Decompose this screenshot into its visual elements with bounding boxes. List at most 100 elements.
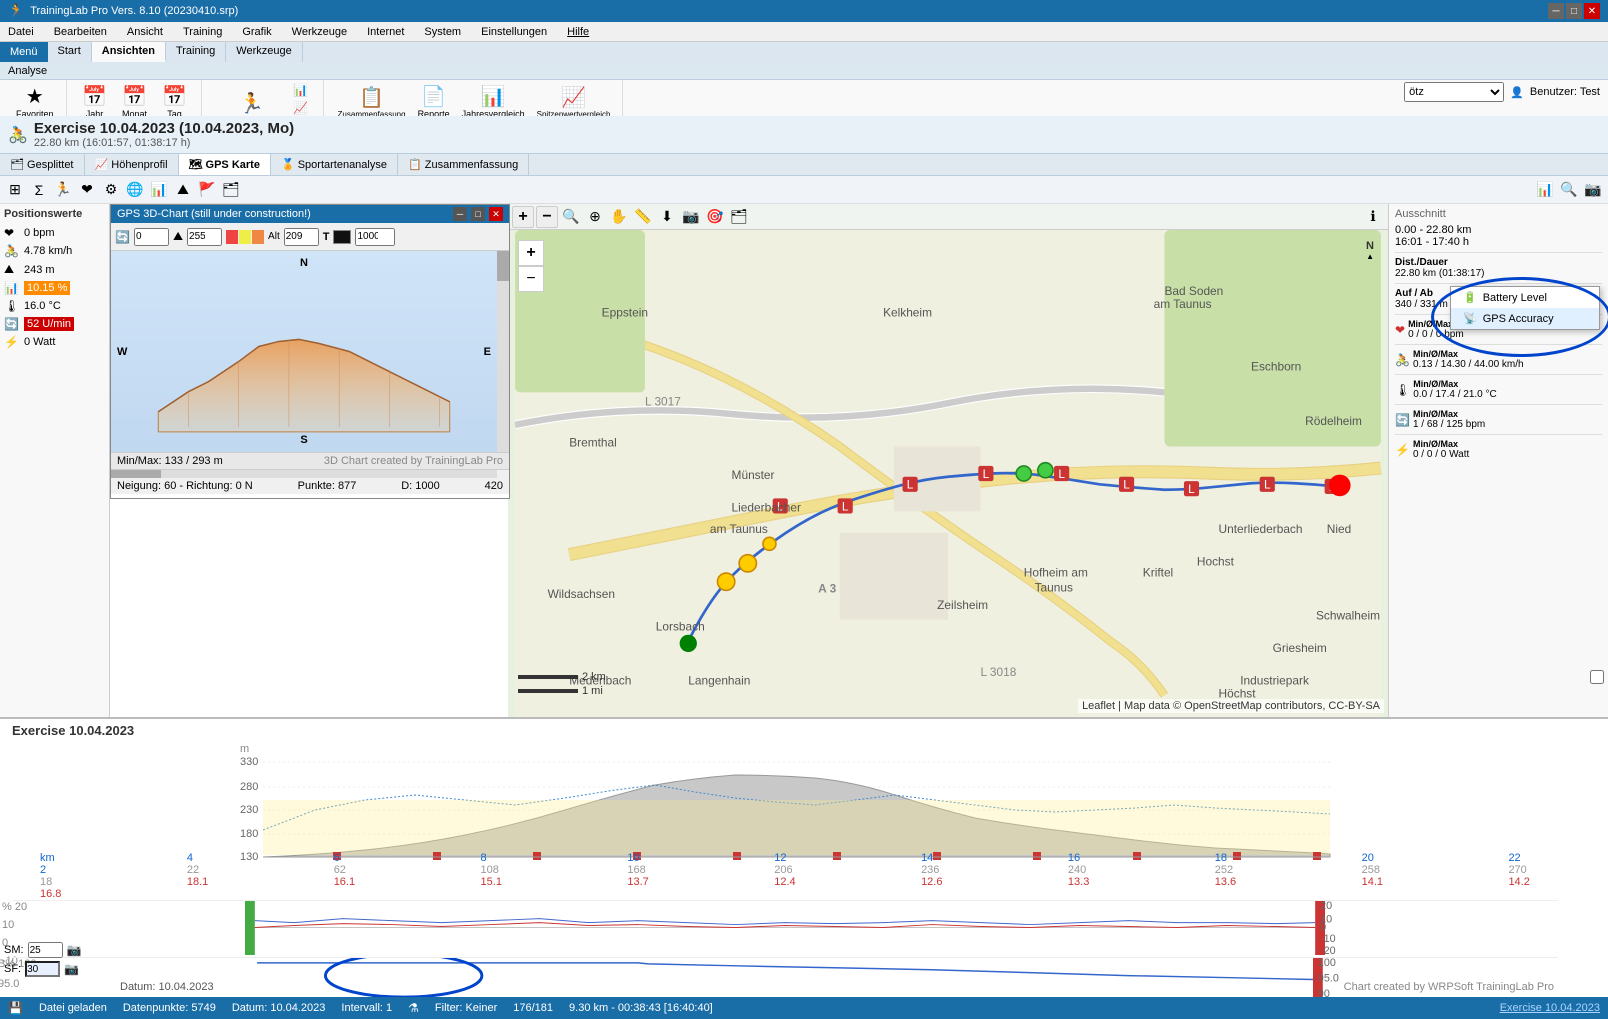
dropdown-battery-level[interactable]: 🔋 Battery Level	[1451, 287, 1599, 308]
sf-input[interactable]	[25, 961, 60, 977]
tab-sportartenanalyse[interactable]: 🏅 Sportartenanalyse	[271, 154, 398, 175]
ribbon-btn-zusammenfassung[interactable]: 📋 Zusammenfassung	[334, 83, 410, 121]
tab-hoehenprofil[interactable]: 📈 Höhenprofil	[85, 154, 179, 175]
user-dropdown[interactable]: ötz	[1404, 82, 1504, 102]
sm-input[interactable]	[28, 942, 63, 958]
toolbar-camera-icon[interactable]: 📷	[1582, 179, 1604, 201]
menu-grafik[interactable]: Grafik	[238, 24, 275, 40]
toolbar-search-icon[interactable]: 🔍	[1558, 179, 1580, 201]
ribbon-btn-small-2[interactable]: 📈	[291, 100, 310, 116]
toolbar-heart-icon[interactable]: ❤	[76, 179, 98, 201]
toolbar-layers-icon[interactable]: 🗂	[220, 179, 242, 201]
menu-internet[interactable]: Internet	[363, 24, 408, 40]
tab-training[interactable]: Training	[166, 42, 226, 62]
svg-text:0: 0	[1320, 921, 1326, 933]
svg-text:am Taunus: am Taunus	[710, 522, 768, 536]
menu-hilfe[interactable]: Hilfe	[563, 24, 593, 40]
grad-value: 10.15 %	[24, 281, 70, 295]
minimize-button[interactable]: ─	[1548, 3, 1564, 19]
analysis-label: Analyse	[8, 65, 47, 77]
tab-gps-karte[interactable]: 🗺 GPS Karte	[179, 154, 271, 175]
toolbar-mountain-icon[interactable]: ⛰	[172, 179, 194, 201]
chart3d-angle-input[interactable]	[187, 228, 222, 246]
menu-bearbeiten[interactable]: Bearbeiten	[50, 24, 111, 40]
map-info[interactable]: ℹ	[1362, 206, 1384, 228]
toolbar-run-icon[interactable]: 🏃	[52, 179, 74, 201]
map-compass: N ▲	[1366, 240, 1374, 261]
toolbar-sigma-icon[interactable]: Σ	[28, 179, 50, 201]
km-label-7: 1423612.6	[921, 852, 942, 900]
map-measure[interactable]: 📏	[632, 206, 654, 228]
km-label-5: 1016813.7	[627, 852, 648, 900]
tab-menu[interactable]: Menü	[0, 42, 48, 62]
svg-text:L 3017: L 3017	[645, 394, 681, 408]
tab-start[interactable]: Start	[48, 42, 92, 62]
menu-einstellungen[interactable]: Einstellungen	[477, 24, 551, 40]
map-expand-checkbox[interactable]	[1590, 670, 1604, 684]
menu-system[interactable]: System	[420, 24, 465, 40]
battery-icon: 🔋	[1463, 291, 1477, 304]
cad-indicator: 🔄	[1395, 413, 1410, 427]
chart3d-close[interactable]: ✕	[489, 207, 503, 221]
chart3d-window: GPS 3D-Chart (still under construction!)…	[110, 204, 510, 499]
ribbon-btn-spitzenwert[interactable]: 📈 Spitzenwertver­gleich	[533, 83, 615, 121]
tab-zusammenfassung[interactable]: 📋 Zusammenfassung	[398, 154, 529, 175]
map-zoom-box[interactable]: 🔍	[560, 206, 582, 228]
hr-minmax-value: 0 / 0 / 0 bpm	[1408, 329, 1464, 340]
map-center[interactable]: 🎯	[704, 206, 726, 228]
map-content[interactable]: L L L L L L L	[508, 230, 1388, 717]
menu-ansicht[interactable]: Ansicht	[123, 24, 167, 40]
chart3d-rotate-input[interactable]	[134, 228, 169, 246]
svg-text:280: 280	[240, 781, 258, 793]
chart3d-minimize[interactable]: ─	[453, 207, 467, 221]
chart3d-toolbar: 🔄 ⛰ Alt T	[111, 223, 509, 251]
toolbar-flag-icon[interactable]: 🚩	[196, 179, 218, 201]
chart3d-maximize[interactable]: □	[471, 207, 485, 221]
map-download[interactable]: ⬇	[656, 206, 678, 228]
pos-gradient: 📊 10.15 %	[4, 281, 105, 295]
analysis-bar: Analyse	[0, 62, 1608, 80]
dropdown-gps-accuracy[interactable]: 📡 GPS Accuracy	[1451, 308, 1599, 329]
svg-text:95.0: 95.0	[1318, 972, 1339, 984]
map-pan[interactable]: ✋	[608, 206, 630, 228]
tab-ansichten[interactable]: Ansichten	[92, 42, 166, 62]
svg-text:Langenhain: Langenhain	[688, 674, 750, 688]
map-zoom-out[interactable]: −	[536, 206, 558, 228]
map-zoom-plus-btn[interactable]: +	[518, 240, 544, 266]
toolbar-split-icon[interactable]: ⊞	[4, 179, 26, 201]
attribution-text: Leaflet | Map data © OpenStreetMap contr…	[1082, 700, 1380, 712]
toolbar-globe-icon[interactable]: 🌐	[124, 179, 146, 201]
tab-gesplittet[interactable]: 🗂 Gesplittet	[0, 154, 85, 175]
chart3d-t-icon: T	[323, 231, 330, 243]
toolbar-chart2-icon[interactable]: 📊	[1534, 179, 1556, 201]
map-layers[interactable]: 🗂	[728, 206, 750, 228]
restore-button[interactable]: □	[1566, 3, 1582, 19]
map-screenshot[interactable]: 📷	[680, 206, 702, 228]
toolbar-chart-icon[interactable]: 📊	[148, 179, 170, 201]
svg-text:L: L	[1188, 482, 1195, 496]
exercise-title: Exercise 10.04.2023 (10.04.2023, Mo)	[34, 120, 294, 137]
exercise-link[interactable]: Exercise 10.04.2023	[1500, 1002, 1600, 1014]
toolbar-gear-icon[interactable]: ⚙	[100, 179, 122, 201]
chart3d-size-input[interactable]	[355, 228, 395, 246]
menu-werkzeuge[interactable]: Werkzeuge	[288, 24, 351, 40]
tab-werkzeuge[interactable]: Werkzeuge	[226, 42, 302, 62]
menu-datei[interactable]: Datei	[4, 24, 38, 40]
gps-accuracy-label: GPS Accuracy	[1483, 313, 1554, 325]
window-title: TrainingLab Pro Vers. 8.10 (20230410.srp…	[30, 5, 238, 17]
sm-label: SM:	[4, 944, 24, 956]
distance-text: 9.30 km - 00:38:43 [16:40:40]	[569, 1002, 713, 1014]
close-button[interactable]: ✕	[1584, 3, 1600, 19]
battery-level-label: Battery Level	[1483, 292, 1547, 304]
map-zoom-all[interactable]: ⊕	[584, 206, 606, 228]
speed-minmax-title: Min/Ø/Max	[1413, 349, 1524, 359]
cad-minmax-value: 1 / 68 / 125 bpm	[1413, 419, 1485, 430]
map-zoom-minus-btn[interactable]: −	[518, 266, 544, 292]
chart3d-alt-input[interactable]	[284, 228, 319, 246]
chart-date: Datum: 10.04.2023	[120, 981, 214, 993]
map-zoom-in[interactable]: +	[512, 206, 534, 228]
watt-minmax-title: Min/Ø/Max	[1413, 439, 1469, 449]
menu-training[interactable]: Training	[179, 24, 226, 40]
ribbon-btn-small-1[interactable]: 📊	[291, 82, 310, 98]
filter-icon: ⚗	[408, 1001, 419, 1015]
